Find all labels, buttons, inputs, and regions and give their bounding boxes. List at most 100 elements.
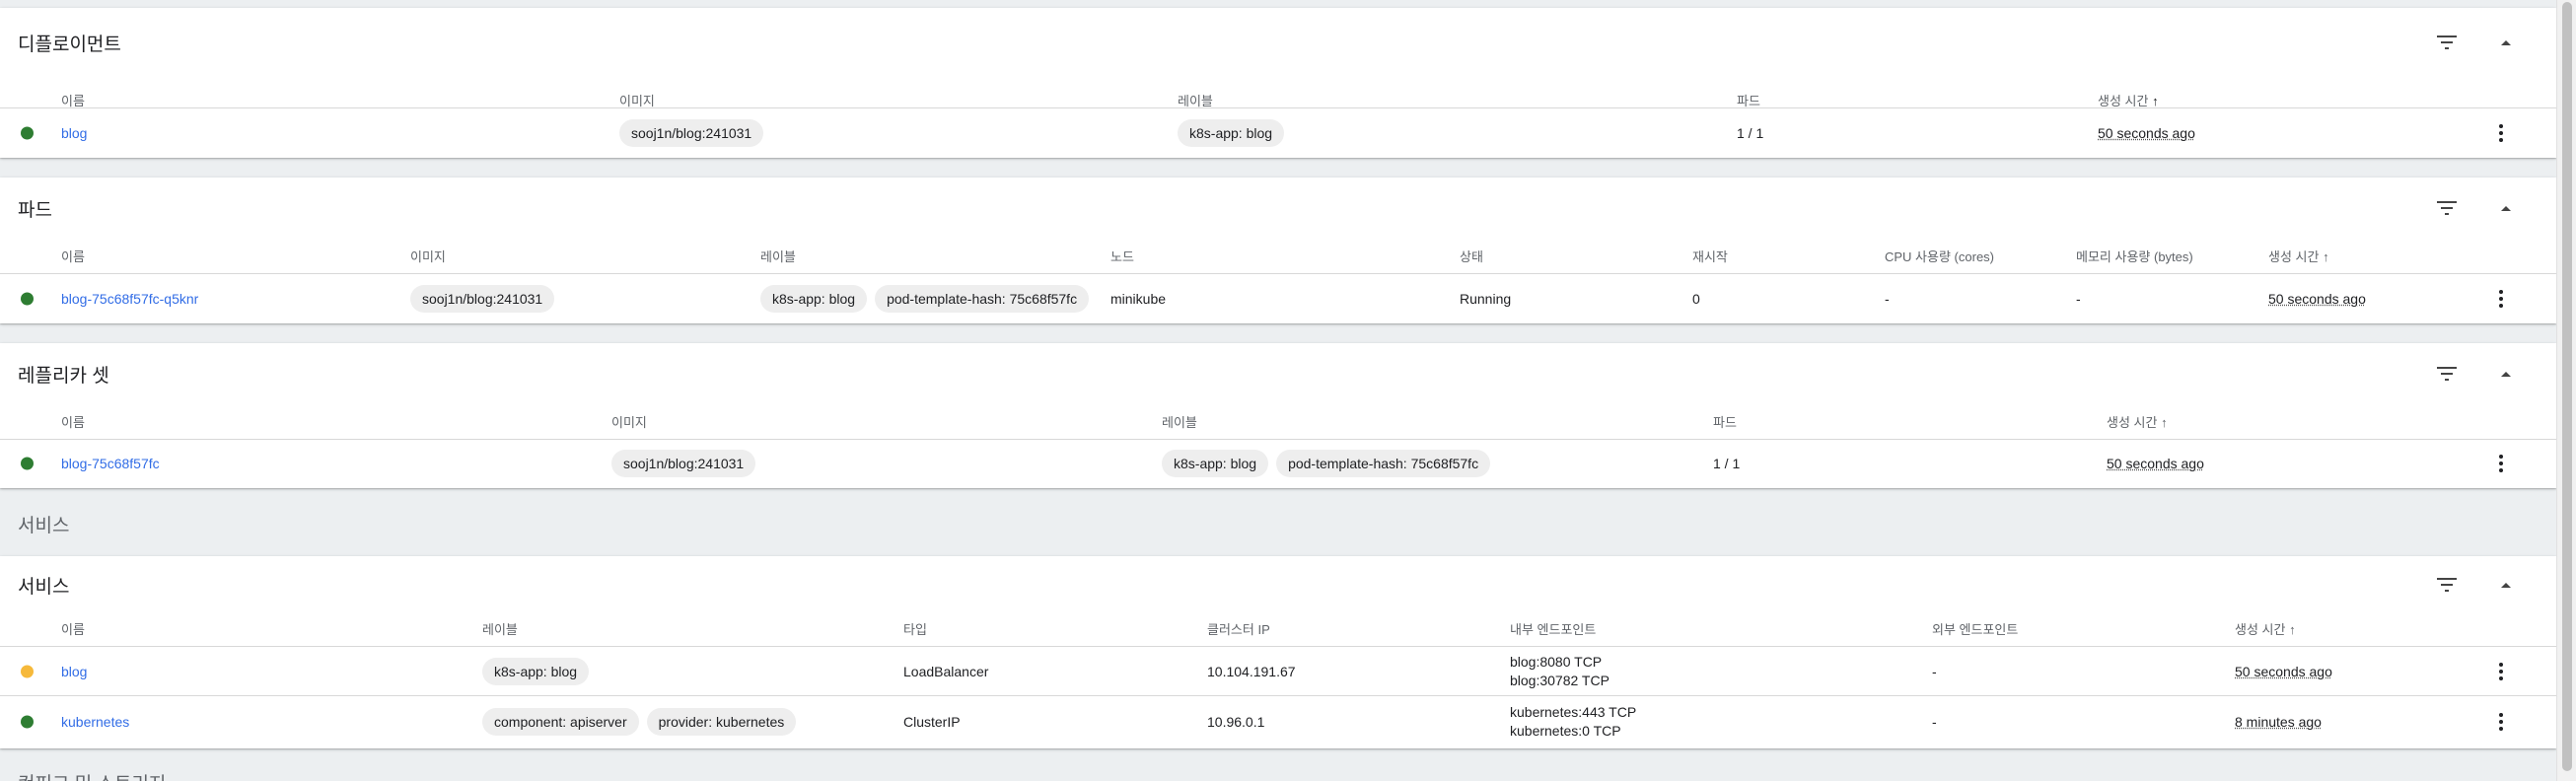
pods-cell: 1 / 1 [1737, 125, 1764, 141]
more-vert-icon[interactable] [2491, 285, 2511, 313]
replicaset-name-link[interactable]: blog-75c68f57fc [61, 456, 160, 471]
restarts-cell: 0 [1692, 291, 1700, 307]
deployment-name-link[interactable]: blog [61, 125, 87, 141]
internal-endpoints-cell: kubernetes:443 TCP kubernetes:0 TCP [1510, 703, 1636, 741]
type-cell: ClusterIP [903, 714, 961, 730]
node-cell: minikube [1110, 291, 1167, 307]
card-title: 디플로이먼트 [18, 35, 121, 55]
chevron-up-icon[interactable] [2492, 194, 2520, 222]
status-cell: Running [1460, 291, 1512, 307]
col-header-cpu: CPU 사용량 (cores) [1885, 249, 1994, 264]
created-time: 8 minutes ago [2235, 714, 2322, 730]
more-vert-icon[interactable] [2491, 119, 2511, 147]
table-row: blog-75c68f57fc-q5knr sooj1n/blog:241031… [0, 274, 2556, 323]
table-row: blog k8s-app: blog LoadBalancer 10.104.1… [0, 647, 2556, 696]
card-title: 레플리카 셋 [18, 366, 109, 387]
cluster-ip-cell: 10.96.0.1 [1207, 714, 1265, 730]
col-header-type: 타입 [903, 622, 927, 637]
col-header-name[interactable]: 이름 [61, 91, 85, 109]
col-header-labels: 레이블 [760, 249, 796, 264]
card-title: 파드 [18, 200, 52, 221]
labels-cell: k8s-app: blog [1178, 119, 1292, 147]
labels-cell: k8s-app: blog [482, 658, 597, 685]
table-header: 이름 레이블 타입 클러스터 IP 내부 엔드포인트 외부 엔드포인트 생성 시… [0, 592, 2556, 647]
col-header-created[interactable]: 생성 시간 ↑ [2107, 412, 2168, 431]
col-header-created-label: 생성 시간 [2268, 249, 2320, 264]
chevron-up-icon[interactable] [2492, 29, 2520, 56]
col-header-labels: 레이블 [482, 622, 518, 637]
page-scrollbar[interactable] [2556, 0, 2576, 781]
section-label-services: 서비스 [18, 516, 70, 536]
col-header-created[interactable]: 생성 시간 ↑ [2268, 247, 2329, 265]
col-header-name[interactable]: 이름 [61, 412, 85, 431]
pod-name-link[interactable]: blog-75c68f57fc-q5knr [61, 291, 198, 307]
col-header-name[interactable]: 이름 [61, 619, 85, 638]
table-row: kubernetes component: apiserver provider:… [0, 696, 2556, 748]
status-ok-icon [21, 126, 34, 140]
section-label-config-storage: 컨피그 및 스토리지 [18, 769, 166, 781]
filter-icon[interactable] [2433, 29, 2461, 56]
image-chip: sooj1n/blog:241031 [619, 119, 764, 147]
created-time: 50 seconds ago [2098, 125, 2195, 141]
pods-cell: 1 / 1 [1713, 456, 1741, 471]
scrollbar-thumb[interactable] [2562, 2, 2572, 771]
endpoint-line: kubernetes:0 TCP [1510, 723, 1621, 739]
more-vert-icon[interactable] [2491, 708, 2511, 736]
col-header-name[interactable]: 이름 [61, 247, 85, 265]
status-ok-icon [21, 292, 34, 306]
more-vert-icon[interactable] [2491, 658, 2511, 685]
col-header-status: 상태 [1460, 249, 1483, 264]
col-header-pods: 파드 [1737, 94, 1760, 108]
labels-cell: k8s-app: blog pod-template-hash: 75c68f57… [1162, 450, 1498, 477]
filter-icon[interactable] [2433, 194, 2461, 222]
col-header-node: 노드 [1110, 249, 1134, 264]
col-header-created-label: 생성 시간 [2235, 622, 2286, 637]
service-name-link[interactable]: blog [61, 664, 87, 679]
created-time: 50 seconds ago [2268, 291, 2366, 307]
col-header-labels: 레이블 [1178, 94, 1213, 108]
cpu-cell: - [1885, 291, 1890, 307]
label-chip: component: apiserver [482, 708, 639, 736]
col-header-image: 이미지 [611, 415, 647, 430]
chevron-up-icon[interactable] [2492, 360, 2520, 388]
status-pending-icon [21, 665, 34, 678]
image-cell: sooj1n/blog:241031 [410, 285, 562, 313]
label-chip: pod-template-hash: 75c68f57fc [1276, 450, 1491, 477]
more-vert-icon[interactable] [2491, 450, 2511, 477]
table-row: blog sooj1n/blog:241031 k8s-app: blog 1 … [0, 108, 2556, 158]
image-chip: sooj1n/blog:241031 [611, 450, 756, 477]
status-ok-icon [21, 457, 34, 470]
memory-cell: - [2076, 291, 2081, 307]
service-name-link[interactable]: kubernetes [61, 714, 129, 730]
image-cell: sooj1n/blog:241031 [619, 119, 771, 147]
col-header-created[interactable]: 생성 시간 ↑ [2235, 619, 2296, 638]
created-time: 50 seconds ago [2107, 456, 2204, 471]
endpoint-line: blog:30782 TCP [1510, 673, 1610, 688]
col-header-restarts: 재시작 [1692, 249, 1728, 264]
external-endpoints-cell: - [1932, 714, 1937, 730]
pods-card: 파드 이름 이미지 레이블 노드 상태 재시작 CPU 사용량 (cores) … [0, 178, 2556, 323]
type-cell: LoadBalancer [903, 664, 989, 679]
label-chip: pod-template-hash: 75c68f57fc [875, 285, 1090, 313]
replicasets-card: 레플리카 셋 이름 이미지 레이블 파드 생성 시간 ↑ blog-75c68f… [0, 343, 2556, 488]
label-chip: k8s-app: blog [1162, 450, 1269, 477]
created-time: 50 seconds ago [2235, 664, 2332, 679]
col-header-created[interactable]: 생성 시간 ↑ [2098, 91, 2159, 109]
label-chip: k8s-app: blog [482, 658, 590, 685]
col-header-internal-endpoints: 내부 엔드포인트 [1510, 622, 1597, 637]
endpoint-line: kubernetes:443 TCP [1510, 704, 1637, 720]
col-header-external-endpoints: 외부 엔드포인트 [1932, 622, 2019, 637]
label-chip: k8s-app: blog [760, 285, 868, 313]
col-header-image: 이미지 [410, 249, 446, 264]
label-chip: k8s-app: blog [1178, 119, 1285, 147]
labels-cell: k8s-app: blog pod-template-hash: 75c68f57… [760, 285, 1097, 313]
services-card: 서비스 이름 레이블 타입 클러스터 IP 내부 엔드포인트 외부 엔드포인트 … [0, 556, 2556, 748]
col-header-created-label: 생성 시간 [2098, 94, 2149, 108]
labels-cell: component: apiserver provider: kubernetes [482, 708, 804, 736]
col-header-cluster-ip: 클러스터 IP [1207, 622, 1270, 637]
status-ok-icon [21, 715, 34, 729]
arrow-up-icon: ↑ [2152, 94, 2159, 108]
filter-icon[interactable] [2433, 360, 2461, 388]
arrow-up-icon: ↑ [2323, 249, 2329, 264]
col-header-created-label: 생성 시간 [2107, 415, 2158, 430]
